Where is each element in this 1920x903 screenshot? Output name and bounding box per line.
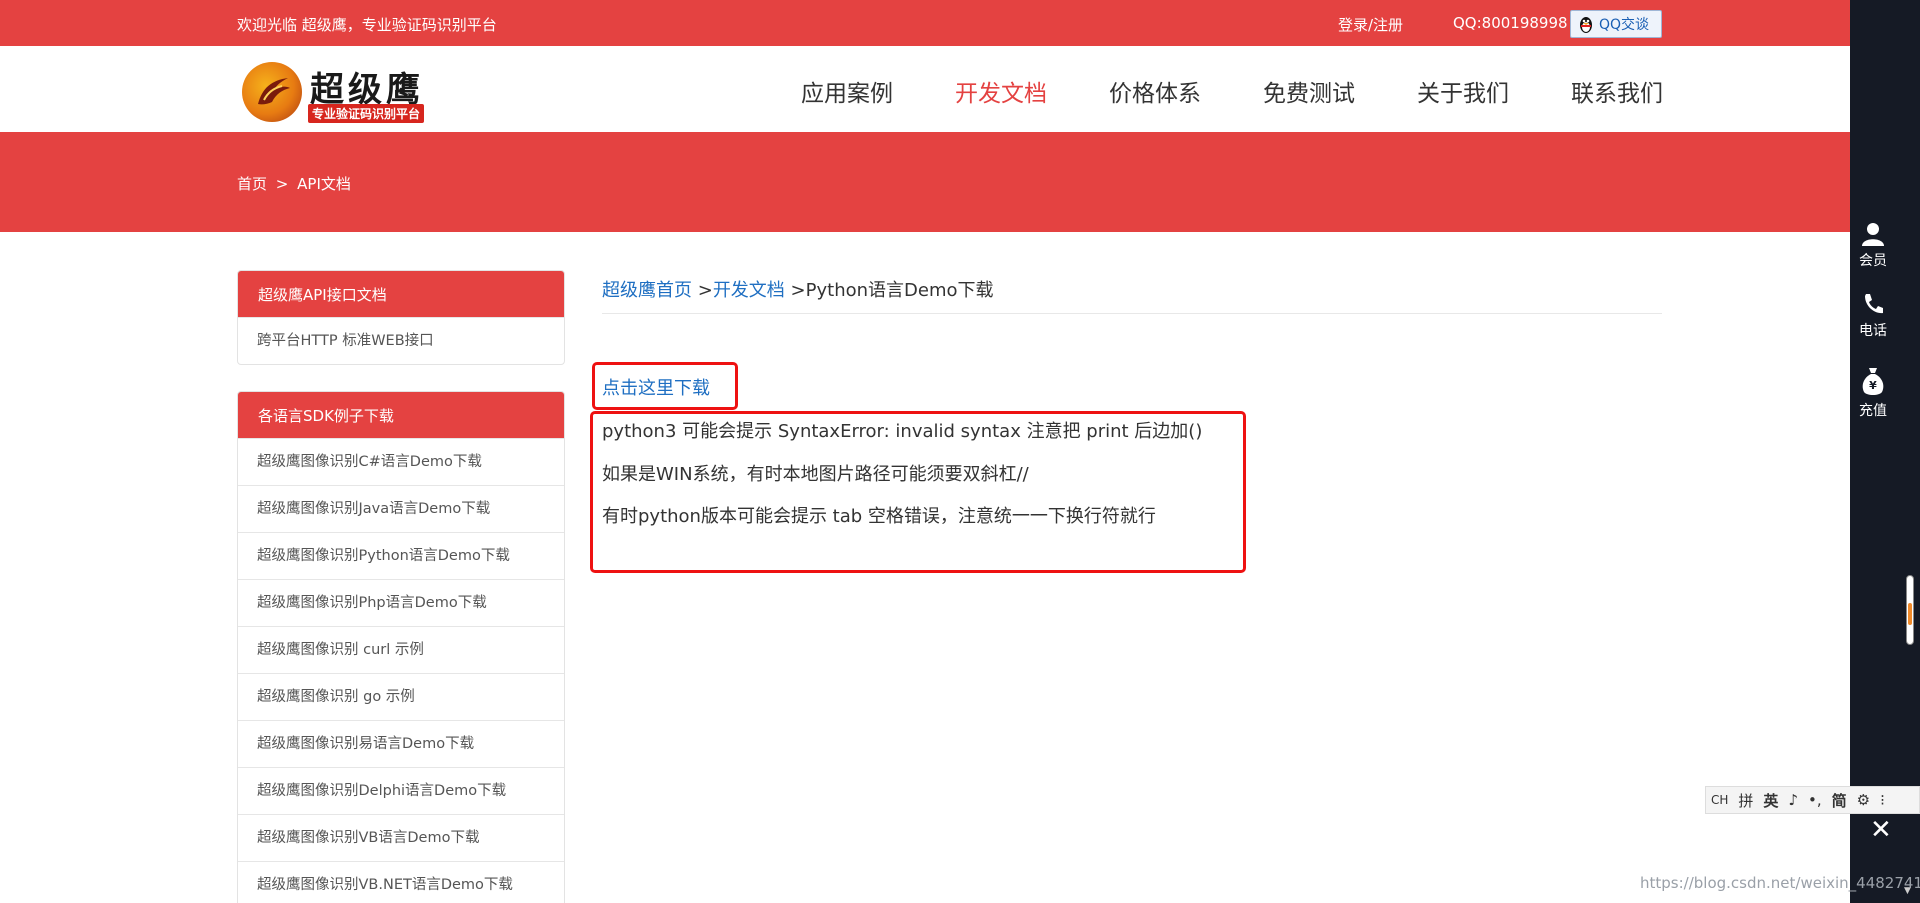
rail-phone[interactable]: 电话 [1850, 292, 1896, 340]
sidebar-item-php[interactable]: 超级鹰图像识别Php语言Demo下载 [238, 579, 564, 626]
note-line-1: python3 可能会提示 SyntaxError: invalid synta… [602, 421, 1203, 442]
rail-phone-label: 电话 [1859, 323, 1887, 339]
rail-recharge-label: 充值 [1859, 403, 1887, 419]
page-scrollbar[interactable] [1906, 575, 1914, 645]
main-content: 超级鹰首页 >开发文档 >Python语言Demo下载 点击这里下载 pytho… [590, 270, 1662, 573]
breadcrumb-separator-2: > [784, 280, 806, 301]
breadcrumb-docs-link[interactable]: 开发文档 [713, 280, 785, 301]
ime-settings-icon[interactable]: ⚙ [1857, 791, 1870, 809]
qq-number: QQ:800198998 [1453, 14, 1568, 32]
sidebar-item-python[interactable]: 超级鹰图像识别Python语言Demo下载 [238, 532, 564, 579]
nav-item-cases[interactable]: 应用案例 [801, 74, 893, 108]
sdk-panel: 各语言SDK例子下载 超级鹰图像识别C#语言Demo下载 超级鹰图像识别Java… [237, 391, 565, 903]
phone-icon [1865, 294, 1883, 314]
nav-item-pricing[interactable]: 价格体系 [1109, 74, 1201, 108]
breadcrumb-separator-1: > [692, 280, 713, 301]
banner-home-link[interactable]: 首页 [237, 175, 267, 193]
scrollbar-thumb[interactable] [1908, 603, 1912, 625]
site-header: 超级鹰 专业验证码识别平台 应用案例 开发文档 价格体系 免费测试 关于我们 联… [0, 46, 1850, 132]
sidebar-item-java[interactable]: 超级鹰图像识别Java语言Demo下载 [238, 485, 564, 532]
ime-toolbar: CH 拼 英 ♪ •, 简 ⚙ ⁝ [1705, 786, 1920, 814]
qq-chat-label: QQ交谈 [1599, 17, 1650, 33]
sidebar-item-http-api[interactable]: 跨平台HTTP 标准WEB接口 [238, 317, 564, 364]
ime-pinyin[interactable]: 拼 [1738, 790, 1753, 811]
svg-text:¥: ¥ [1869, 379, 1877, 392]
breadcrumb-home-link[interactable]: 超级鹰首页 [602, 280, 692, 301]
banner-current: API文档 [297, 175, 351, 193]
watermark-url: https://blog.csdn.net/weixin_44827418 [1640, 874, 1920, 892]
eagle-icon [258, 78, 290, 105]
logo-slogan: 专业验证码识别平台 [308, 104, 425, 123]
rail-recharge[interactable]: ¥ 充值 [1850, 366, 1896, 420]
breadcrumb-current: Python语言Demo下载 [805, 280, 994, 301]
api-docs-panel-title: 超级鹰API接口文档 [238, 271, 564, 317]
main-nav: 应用案例 开发文档 价格体系 免费测试 关于我们 联系我们 [739, 74, 1663, 108]
sidebar-item-go[interactable]: 超级鹰图像识别 go 示例 [238, 673, 564, 720]
sidebar-item-e-language[interactable]: 超级鹰图像识别易语言Demo下载 [238, 720, 564, 767]
nav-item-contact[interactable]: 联系我们 [1571, 74, 1663, 108]
nav-item-about[interactable]: 关于我们 [1417, 74, 1509, 108]
sidebar-item-vb[interactable]: 超级鹰图像识别VB语言Demo下载 [238, 814, 564, 861]
banner-separator: > [275, 175, 289, 193]
close-icon[interactable]: ✕ [1870, 815, 1892, 845]
api-docs-panel: 超级鹰API接口文档 跨平台HTTP 标准WEB接口 [237, 270, 565, 365]
right-toolbar: 会员 电话 ¥ 充值 ✕ ▼ [1850, 0, 1920, 903]
sdk-panel-title: 各语言SDK例子下载 [238, 392, 564, 438]
sidebar: 超级鹰API接口文档 跨平台HTTP 标准WEB接口 各语言SDK例子下载 超级… [237, 270, 565, 903]
top-bar: 欢迎光临 超级鹰，专业验证码识别平台 登录/注册 QQ:800198998 QQ… [0, 0, 1850, 46]
note-line-3: 有时python版本可能会提示 tab 空格错误，注意统一一下换行符就行 [602, 506, 1156, 527]
ime-more-icon[interactable]: ⁝ [1880, 791, 1885, 809]
sidebar-item-csharp[interactable]: 超级鹰图像识别C#语言Demo下载 [238, 438, 564, 485]
qq-chat-button[interactable]: QQ交谈 [1570, 10, 1662, 38]
note-line-2: 如果是WIN系统，有时本地图片路径可能须要双斜杠// [602, 464, 1029, 485]
ime-english[interactable]: 英 [1763, 790, 1778, 811]
ime-punctuation[interactable]: •, [1808, 791, 1822, 809]
user-icon [1862, 223, 1884, 246]
content-breadcrumb: 超级鹰首页 >开发文档 >Python语言Demo下载 [602, 270, 1662, 314]
sidebar-item-vbnet[interactable]: 超级鹰图像识别VB.NET语言Demo下载 [238, 861, 564, 903]
login-register-link[interactable]: 登录/注册 [1338, 14, 1403, 35]
nav-item-free-test[interactable]: 免费测试 [1263, 74, 1355, 108]
page-banner: 首页 > API文档 [0, 132, 1850, 232]
banner-breadcrumb: 首页 > API文档 [237, 173, 351, 194]
download-link[interactable]: 点击这里下载 [602, 374, 710, 400]
welcome-text: 欢迎光临 超级鹰，专业验证码识别平台 [237, 16, 497, 34]
rail-member-label: 会员 [1859, 253, 1887, 269]
sidebar-item-delphi[interactable]: 超级鹰图像识别Delphi语言Demo下载 [238, 767, 564, 814]
money-bag-icon: ¥ [1862, 368, 1884, 395]
sidebar-item-curl[interactable]: 超级鹰图像识别 curl 示例 [238, 626, 564, 673]
ime-ch[interactable]: CH [1711, 793, 1728, 807]
qq-penguin-icon [1580, 17, 1592, 33]
rail-member[interactable]: 会员 [1850, 222, 1896, 270]
site-logo[interactable]: 超级鹰 专业验证码识别平台 [242, 62, 442, 123]
nav-item-docs[interactable]: 开发文档 [955, 74, 1047, 108]
ime-moon-icon[interactable]: ♪ [1788, 791, 1798, 809]
ime-simplified[interactable]: 简 [1832, 790, 1847, 811]
